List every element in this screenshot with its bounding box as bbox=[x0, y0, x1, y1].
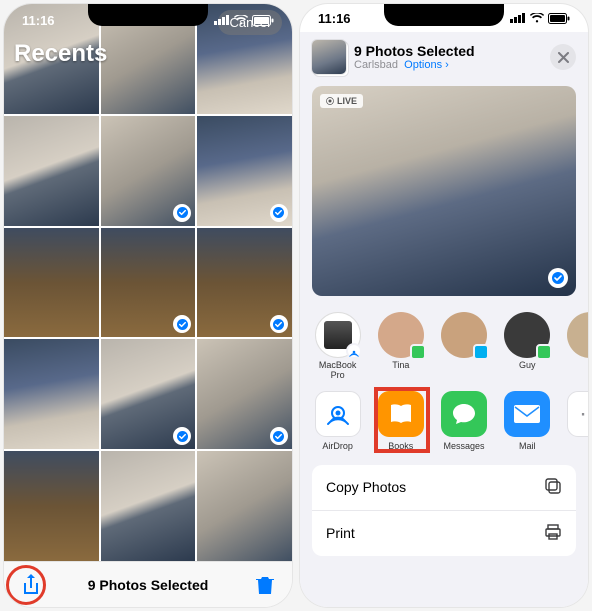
contact-label: Guy bbox=[519, 361, 536, 371]
status-icons bbox=[510, 13, 570, 24]
more-icon: ⋯ bbox=[567, 391, 588, 437]
avatar bbox=[315, 312, 361, 358]
photo-thumbnail[interactable] bbox=[101, 228, 196, 338]
notch bbox=[384, 4, 504, 26]
status-time: 11:16 bbox=[318, 11, 351, 26]
mail-app-icon bbox=[504, 391, 550, 437]
messages-badge-icon bbox=[410, 344, 426, 360]
photo-thumbnail[interactable] bbox=[101, 451, 196, 561]
photo-thumbnail[interactable] bbox=[197, 451, 292, 561]
close-button[interactable] bbox=[550, 44, 576, 70]
app-label: Books bbox=[388, 441, 413, 451]
share-app-messages[interactable]: Messages bbox=[438, 391, 489, 451]
more-apps[interactable]: ⋯ bbox=[565, 391, 588, 451]
action-label: Print bbox=[326, 525, 355, 541]
airdrop-contacts-row[interactable]: MacBook Pro Tina Guy bbox=[300, 306, 588, 385]
bottom-toolbar: 9 Photos Selected bbox=[4, 561, 292, 607]
notch bbox=[88, 4, 208, 26]
phone-right: 11:16 9 Photos Selected Carlsbad Options… bbox=[300, 4, 588, 607]
contact-label: MacBook Pro bbox=[312, 361, 363, 381]
share-contact[interactable] bbox=[565, 312, 588, 381]
header-subtitle[interactable]: Carlsbad Options › bbox=[354, 59, 542, 71]
share-contact[interactable]: Guy bbox=[502, 312, 553, 381]
wifi-icon bbox=[530, 13, 544, 23]
signal-icon bbox=[510, 13, 526, 23]
messages-badge-icon bbox=[536, 344, 552, 360]
app-label: Mail bbox=[519, 441, 536, 451]
skype-badge-icon bbox=[473, 344, 489, 360]
share-app-airdrop[interactable]: AirDrop bbox=[312, 391, 363, 451]
selection-count-label: 9 Photos Selected bbox=[44, 577, 252, 593]
share-action-copy[interactable]: Copy Photos bbox=[312, 465, 576, 511]
app-label: AirDrop bbox=[322, 441, 353, 451]
options-link[interactable]: Options › bbox=[404, 59, 449, 71]
avatar bbox=[441, 312, 487, 358]
selection-check-icon bbox=[270, 204, 288, 222]
header-thumbnail bbox=[312, 40, 346, 74]
signal-icon bbox=[214, 15, 230, 25]
share-app-books[interactable]: Books bbox=[375, 391, 426, 451]
app-label: Messages bbox=[443, 441, 484, 451]
photo-thumbnail[interactable] bbox=[4, 228, 99, 338]
share-contact[interactable] bbox=[438, 312, 489, 381]
photo-preview[interactable]: LIVE bbox=[312, 86, 576, 296]
phone-left: 11:16 Cancel Recents 9 Photos Selected bbox=[4, 4, 292, 607]
header-title: 9 Photos Selected bbox=[354, 43, 542, 59]
share-icon bbox=[21, 573, 41, 597]
selection-check-icon bbox=[173, 204, 191, 222]
close-icon bbox=[558, 52, 569, 63]
trash-button[interactable] bbox=[252, 572, 278, 598]
share-contact[interactable]: Tina bbox=[375, 312, 426, 381]
live-icon bbox=[326, 97, 334, 105]
header-location: Carlsbad bbox=[354, 59, 398, 71]
photos-grid-screen: Cancel Recents 9 Photos Selected bbox=[4, 4, 292, 607]
photo-thumbnail[interactable] bbox=[4, 339, 99, 449]
status-icons bbox=[214, 15, 274, 26]
avatar bbox=[567, 312, 588, 358]
trash-icon bbox=[256, 575, 274, 595]
share-action-print[interactable]: Print bbox=[312, 511, 576, 556]
photo-thumbnail[interactable] bbox=[4, 116, 99, 226]
share-header: 9 Photos Selected Carlsbad Options › bbox=[300, 32, 588, 82]
contact-label: Tina bbox=[392, 361, 409, 371]
photo-thumbnail[interactable] bbox=[101, 339, 196, 449]
share-contact[interactable]: MacBook Pro bbox=[312, 312, 363, 381]
share-sheet: 9 Photos Selected Carlsbad Options › LIV… bbox=[300, 32, 588, 607]
action-label: Copy Photos bbox=[326, 479, 406, 495]
share-app-mail[interactable]: Mail bbox=[502, 391, 553, 451]
share-apps-row[interactable]: AirDrop Books Messages Mail ⋯ bbox=[300, 385, 588, 455]
avatar bbox=[378, 312, 424, 358]
status-time: 11:16 bbox=[22, 13, 55, 28]
photo-thumbnail[interactable] bbox=[197, 228, 292, 338]
live-badge: LIVE bbox=[320, 94, 363, 108]
avatar bbox=[504, 312, 550, 358]
header-text: 9 Photos Selected Carlsbad Options › bbox=[354, 43, 542, 71]
messages-app-icon bbox=[441, 391, 487, 437]
album-title: Recents bbox=[14, 40, 282, 68]
battery-icon bbox=[252, 15, 274, 26]
share-button[interactable] bbox=[18, 572, 44, 598]
airdrop-badge-icon bbox=[346, 343, 362, 359]
photo-thumbnail[interactable] bbox=[197, 116, 292, 226]
print-icon bbox=[544, 523, 562, 544]
share-actions-list: Copy Photos Print bbox=[312, 465, 576, 556]
copy-icon bbox=[544, 477, 562, 498]
photo-thumbnail[interactable] bbox=[197, 339, 292, 449]
airdrop-app-icon bbox=[315, 391, 361, 437]
photo-thumbnail[interactable] bbox=[4, 451, 99, 561]
battery-icon bbox=[548, 13, 570, 24]
wifi-icon bbox=[234, 15, 248, 25]
selection-check-icon bbox=[548, 268, 568, 288]
books-app-icon bbox=[378, 391, 424, 437]
photo-grid[interactable] bbox=[4, 4, 292, 561]
photo-thumbnail[interactable] bbox=[101, 116, 196, 226]
